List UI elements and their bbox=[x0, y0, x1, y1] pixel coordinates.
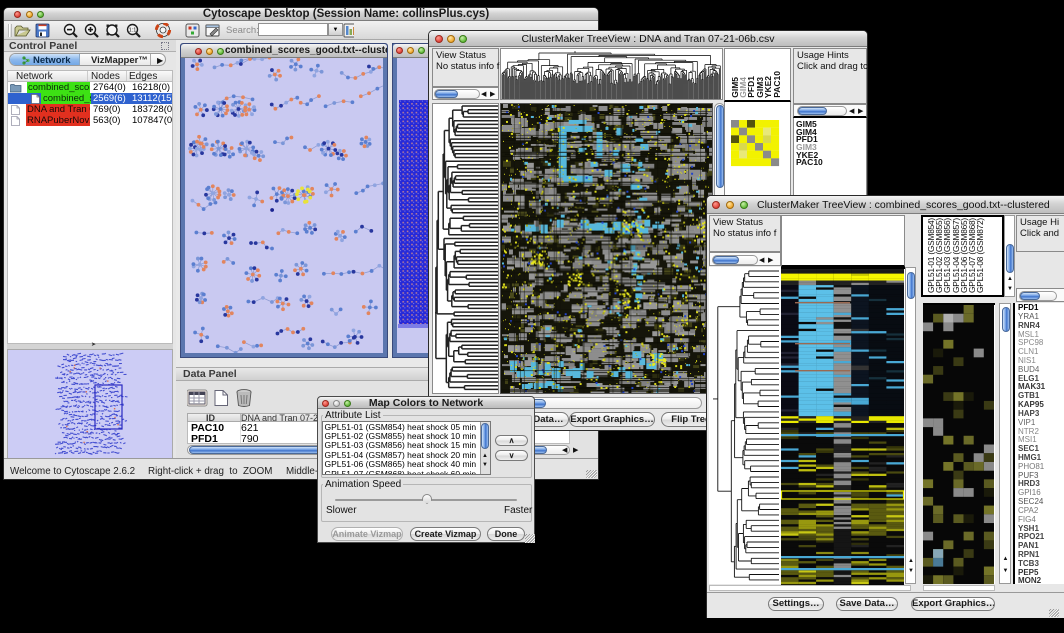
svg-text:1:1: 1:1 bbox=[129, 28, 137, 34]
